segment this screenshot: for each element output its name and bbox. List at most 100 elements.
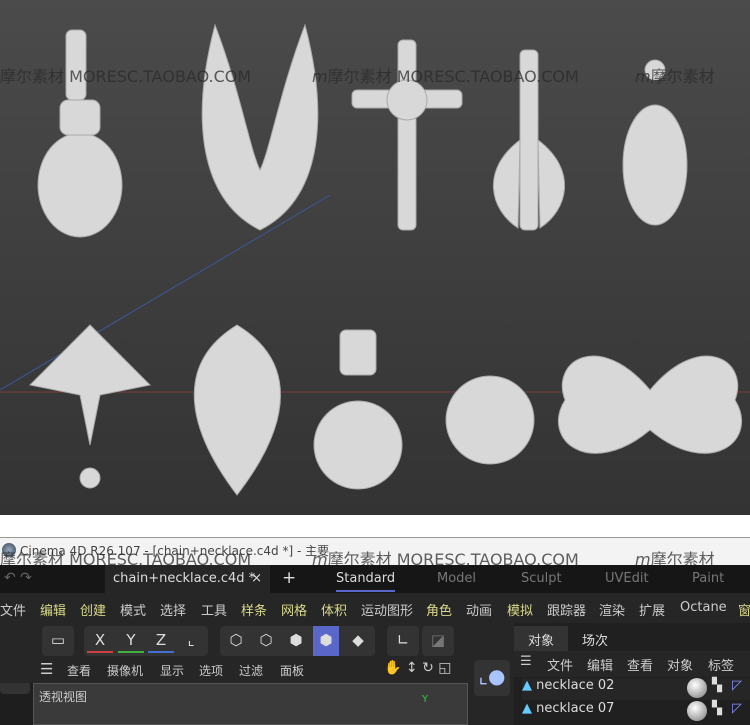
layout-uvedit[interactable]: UVEdit: [605, 571, 649, 586]
add-tab-button[interactable]: +: [282, 568, 296, 588]
snap-icon: ∟: [396, 631, 410, 649]
object-menu: ☰ 文件 编辑 查看 对象 标签: [514, 651, 750, 677]
tab-bar: ↶ ↷ chain+necklace.c4d * × + Standard Mod…: [0, 565, 750, 593]
selection-tag-icon[interactable]: ◸: [732, 678, 742, 693]
obj-menu-tags[interactable]: 标签: [708, 655, 734, 674]
move-tool-icon[interactable]: ⌞●: [474, 660, 510, 696]
layout-paint[interactable]: Paint: [692, 571, 724, 586]
watermark: 摩尔素材 MORESC.TAOBAO.COM: [0, 63, 251, 87]
watermark: m摩尔素材 MORESC.TAOBAO.COM: [312, 63, 579, 87]
menu-window[interactable]: 窗: [738, 600, 750, 619]
close-icon[interactable]: ×: [251, 571, 262, 586]
layout-standard[interactable]: Standard: [336, 571, 396, 592]
texture-tag-icon[interactable]: ▚: [712, 678, 722, 693]
file-tab[interactable]: chain+necklace.c4d * ×: [105, 565, 270, 593]
layout-sculpt[interactable]: Sculpt: [521, 571, 562, 586]
selection-tag-icon[interactable]: ◸: [732, 701, 742, 716]
polygon-object-icon: ▲: [522, 678, 532, 693]
wings-pendant: [201, 23, 319, 231]
render-preview: 摩尔素材 MORESC.TAOBAO.COM m摩尔素材 MORESC.TAOB…: [0, 0, 750, 515]
caged-sphere-pendant: [313, 329, 403, 490]
polygon-object-icon: ▲: [522, 701, 532, 716]
material-tag-icon[interactable]: [687, 701, 707, 721]
axis-gizmo-icon: Y: [422, 694, 429, 705]
mode-group: ⬡ ⬡ ⬢ ⬢ ◆: [220, 626, 375, 656]
filigree-orb-pendant: [445, 375, 535, 465]
hamburger-icon[interactable]: ☰: [520, 654, 532, 669]
viewport-label: 透视视图: [39, 690, 88, 704]
title-bar: Cinema 4D R26.107 - [chain+necklace.c4d …: [0, 537, 750, 569]
file-tab-label: chain+necklace.c4d *: [113, 571, 256, 586]
model-mode-icon[interactable]: ⬢: [313, 626, 339, 656]
watermark-brand: 摩尔素材: [327, 67, 392, 86]
edges-mode-icon[interactable]: ⬡: [253, 631, 279, 653]
menu-animation[interactable]: 动画: [466, 600, 492, 619]
x-axis-toggle[interactable]: X: [87, 631, 113, 653]
menu-mograph[interactable]: 运动图形: [361, 600, 413, 619]
heart-ornate-pendant: [28, 324, 152, 489]
tab-takes[interactable]: 场次: [568, 626, 622, 653]
menu-spline[interactable]: 样条: [241, 600, 267, 619]
material-tag-icon[interactable]: [687, 678, 707, 698]
butterfly-pendant: [558, 355, 742, 454]
view-menu-display[interactable]: 显示: [160, 662, 184, 679]
menu-bar: 文件 编辑 创建 模式 选择 工具 样条 网格 体积 运动图形 角色 动画 模拟…: [0, 593, 750, 623]
obj-menu-file[interactable]: 文件: [547, 655, 573, 674]
perspective-viewport[interactable]: 透视视图 Y: [33, 683, 468, 725]
viewport-menu: ☰ 查看 摄像机 显示 选项 过滤 面板 ✋ ↕ ↻ ◱: [0, 657, 510, 683]
view-menu-view[interactable]: 查看: [67, 662, 91, 679]
view-menu-filter[interactable]: 过滤: [239, 662, 263, 679]
obj-menu-edit[interactable]: 编辑: [587, 655, 613, 674]
menu-simulate[interactable]: 模拟: [507, 600, 533, 619]
menu-render[interactable]: 渲染: [599, 600, 625, 619]
bird-heart-pendant: [193, 324, 281, 496]
menu-extensions[interactable]: 扩展: [639, 600, 665, 619]
uv-mode-icon[interactable]: ◆: [345, 631, 371, 653]
points-mode-icon[interactable]: ⬡: [223, 631, 249, 653]
obj-menu-object[interactable]: 对象: [667, 655, 693, 674]
menu-file[interactable]: 文件: [0, 600, 26, 619]
menu-character[interactable]: 角色: [426, 600, 452, 619]
view-menu-camera[interactable]: 摄像机: [107, 662, 143, 679]
snap-button[interactable]: ∟: [387, 626, 419, 656]
hamburger-icon[interactable]: ☰: [40, 660, 53, 678]
obj-menu-view[interactable]: 查看: [627, 655, 653, 674]
menu-select[interactable]: 选择: [160, 600, 186, 619]
menu-create[interactable]: 创建: [80, 600, 106, 619]
z-axis-toggle[interactable]: Z: [148, 631, 174, 653]
viewport-solo-button[interactable]: ▭: [42, 626, 74, 656]
watermark-brand: 摩尔素材: [0, 67, 65, 86]
y-axis-toggle[interactable]: Y: [118, 631, 144, 653]
menu-octane[interactable]: Octane: [680, 600, 727, 615]
watermark: m摩尔素材: [635, 63, 715, 87]
menu-tools[interactable]: 工具: [201, 600, 227, 619]
texture-tag-icon[interactable]: ▚: [712, 701, 722, 716]
object-row[interactable]: ▲ necklace 07 ▚ ◸: [522, 701, 750, 723]
view-navigation-icons[interactable]: ✋ ↕ ↻ ◱: [384, 660, 451, 676]
object-row[interactable]: ▲ necklace 02 ▚ ◸: [522, 678, 750, 700]
watermark-url: MORESC.TAOBAO.COM: [69, 67, 252, 86]
workplane-button[interactable]: ◪: [422, 626, 454, 656]
tab-objects[interactable]: 对象: [514, 626, 569, 653]
watermark-logo: m: [635, 67, 651, 86]
view-menu-options[interactable]: 选项: [199, 662, 223, 679]
polygons-mode-icon[interactable]: ⬢: [283, 631, 309, 653]
watermark-brand: 摩尔素材: [650, 67, 715, 86]
perfume-bottle-pendant: [37, 29, 123, 238]
menu-tracker[interactable]: 跟踪器: [547, 600, 586, 619]
menu-volume[interactable]: 体积: [321, 600, 347, 619]
view-menu-panel[interactable]: 面板: [280, 662, 304, 679]
menu-mesh[interactable]: 网格: [281, 600, 307, 619]
watermark-url: MORESC.TAOBAO.COM: [396, 67, 579, 86]
menu-mode[interactable]: 模式: [120, 600, 146, 619]
solo-icon: ▭: [50, 631, 66, 649]
object-name: necklace 07: [536, 701, 615, 716]
coordinate-system-icon[interactable]: ⌞: [178, 631, 204, 653]
layout-model[interactable]: Model: [437, 571, 476, 586]
mid-tool-column: ⌞●: [468, 657, 514, 725]
menu-edit[interactable]: 编辑: [40, 600, 66, 619]
workplane-icon: ◪: [430, 631, 446, 649]
undo-redo-icon[interactable]: ↶ ↷: [4, 570, 32, 586]
object-name: necklace 02: [536, 678, 615, 693]
object-manager: 对象 场次 ☰ 文件 编辑 查看 对象 标签 ▲ necklace 02 ▚ ◸…: [514, 623, 750, 725]
